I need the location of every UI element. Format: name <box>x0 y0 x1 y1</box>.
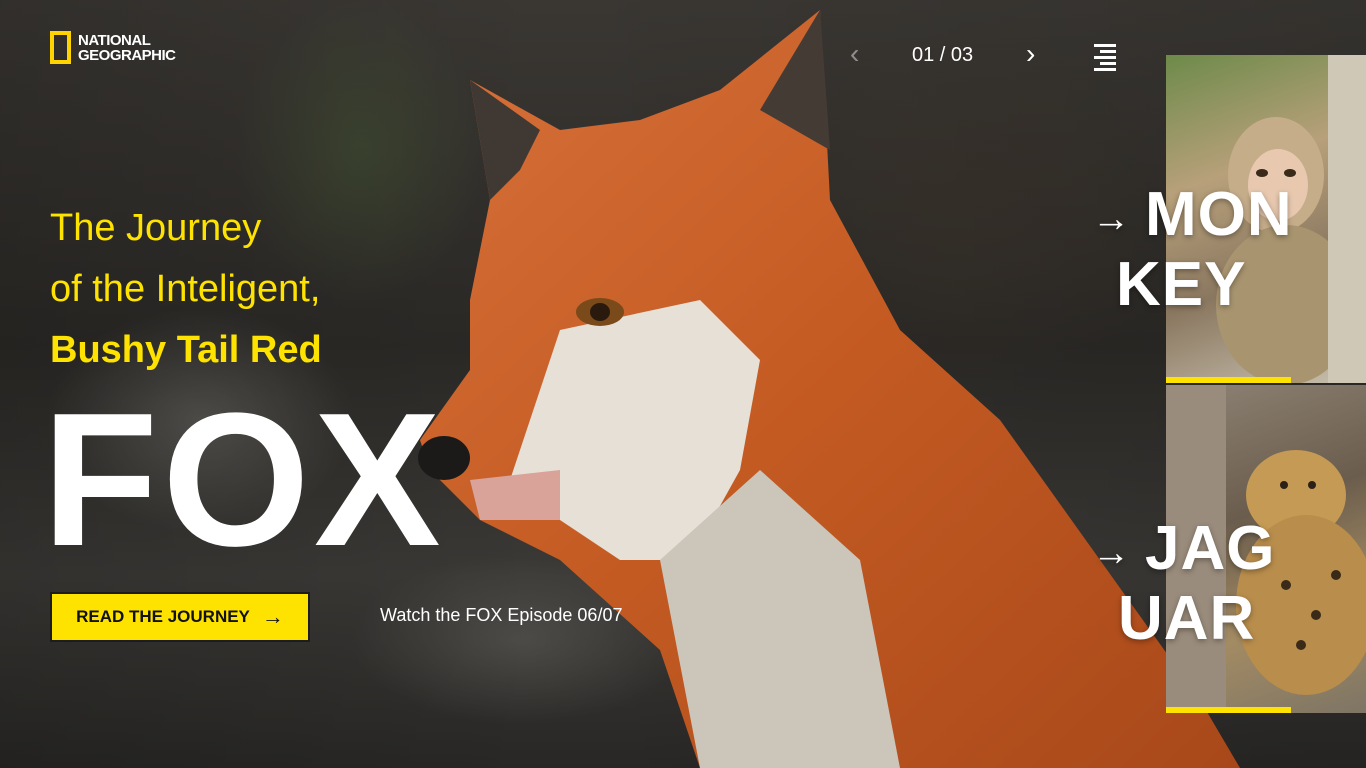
jaguar-label-line-2: UAR <box>1118 583 1256 653</box>
chevron-right-icon[interactable]: › <box>1026 40 1035 68</box>
slide-pager: ‹ 01 / 03 › <box>850 40 1050 70</box>
hero-headline: The Journey of the Inteligent, Bushy Tai… <box>50 198 322 381</box>
jaguar-label-line-1: JAG <box>1145 514 1276 583</box>
monkey-label-line-1: MON <box>1145 180 1293 249</box>
card-progress-bar <box>1166 707 1291 713</box>
headline-line-1: The Journey <box>50 207 262 249</box>
card-progress-bar <box>1166 377 1291 383</box>
national-geographic-logo[interactable]: NATIONAL GEOGRAPHIC <box>50 31 176 64</box>
logo-frame-icon <box>50 31 71 64</box>
watch-episode-link[interactable]: Watch the FOX Episode 06/07 <box>380 605 622 626</box>
arrow-right-icon: → <box>1092 197 1131 240</box>
arrow-right-icon: → <box>261 604 284 629</box>
chevron-left-icon[interactable]: ‹ <box>850 40 859 68</box>
jaguar-card-label[interactable]: → JAG UAR <box>1092 516 1275 652</box>
arrow-right-icon: → <box>1092 531 1131 574</box>
monkey-label-line-2: KEY <box>1116 249 1247 319</box>
read-journey-button[interactable]: READ THE JOURNEY → <box>50 592 310 642</box>
hero-title: FOX <box>42 374 445 586</box>
monkey-card-label[interactable]: → MON KEY <box>1092 182 1293 318</box>
headline-line-3: Bushy Tail Red <box>50 329 322 371</box>
cta-label: READ THE JOURNEY <box>76 607 250 626</box>
logo-line-1: NATIONAL <box>78 31 151 49</box>
headline-line-2: of the Inteligent, <box>50 268 321 310</box>
menu-icon[interactable] <box>1094 44 1116 74</box>
logo-line-2: GEOGRAPHIC <box>78 46 176 64</box>
slide-counter: 01 / 03 <box>912 44 974 66</box>
